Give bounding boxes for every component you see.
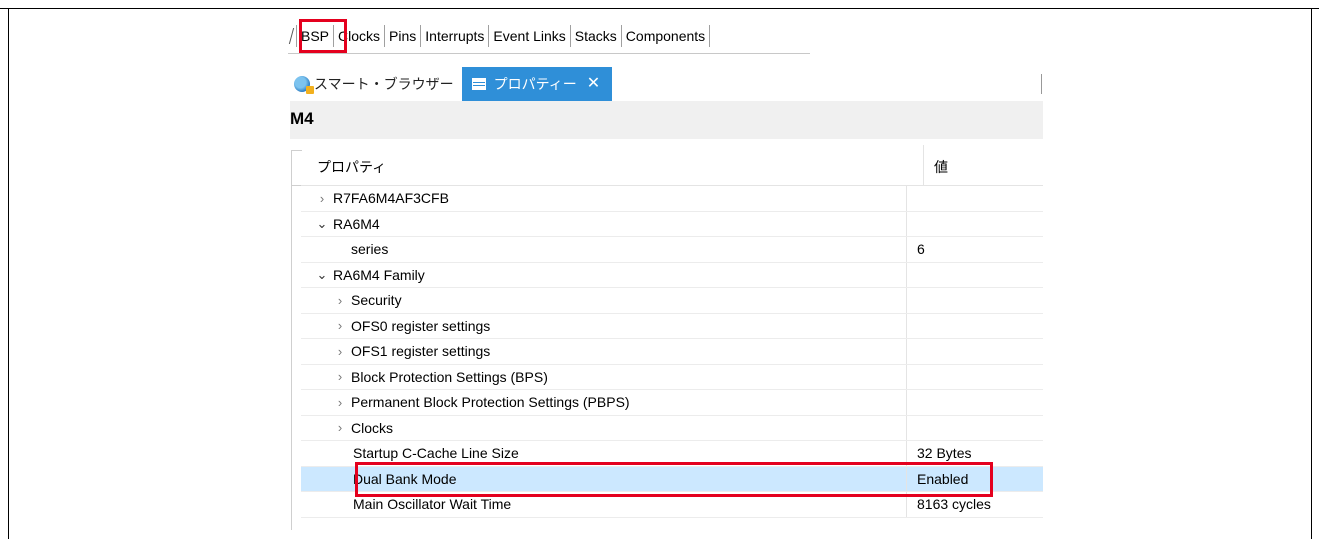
tab-bsp[interactable]: BSP <box>296 25 333 47</box>
frame-right-line <box>1311 8 1312 539</box>
property-value <box>907 365 917 390</box>
table-row[interactable]: ⌄ RA6M4 Family <box>301 262 1043 288</box>
property-cell: › OFS0 register settings <box>301 313 907 338</box>
tab-smart-browser[interactable]: スマート・ブラウザー <box>290 67 462 101</box>
property-label: Permanent Block Protection Settings (PBP… <box>351 394 630 411</box>
property-cell: › Permanent Block Protection Settings (PB… <box>301 390 907 415</box>
tab-properties-label: プロパティー <box>493 76 577 92</box>
table-row[interactable]: series 6 <box>301 237 1043 263</box>
property-cell: › R7FA6M4AF3CFB <box>301 186 907 211</box>
frame-top-line <box>0 8 1319 9</box>
property-cell: Dual Bank Mode <box>301 466 907 491</box>
chevron-right-icon[interactable]: › <box>333 369 347 384</box>
property-label: Dual Bank Mode <box>353 470 457 487</box>
table-row[interactable]: › Permanent Block Protection Settings (PB… <box>301 390 1043 416</box>
table-row[interactable]: › Block Protection Settings (BPS) <box>301 364 1043 390</box>
property-cell: ⌄ RA6M4 <box>301 211 907 236</box>
panel-title: M4 <box>290 109 314 128</box>
property-value <box>907 263 917 288</box>
property-value <box>907 314 917 339</box>
chevron-right-icon[interactable]: › <box>333 420 347 435</box>
property-value <box>907 339 917 364</box>
tab-properties[interactable]: プロパティー ✕ <box>461 67 613 101</box>
tab-clocks[interactable]: Clocks <box>333 25 384 47</box>
property-value[interactable]: 8163 cycles <box>907 492 991 517</box>
table-row[interactable]: › Clocks <box>301 415 1043 441</box>
table-row[interactable]: › R7FA6M4AF3CFB <box>301 186 1043 212</box>
table-body: › R7FA6M4AF3CFB ⌄ RA6M4 series 6 ⌄ RA6M4 Family… <box>301 186 1043 518</box>
chevron-down-icon[interactable]: ⌄ <box>315 267 329 283</box>
table-row[interactable]: › Security <box>301 288 1043 314</box>
property-tree-table: プロパティ 値 › R7FA6M4AF3CFB ⌄ RA6M4 series 6 ⌄ RA6M… <box>301 145 1043 518</box>
property-label: Block Protection Settings (BPS) <box>351 368 548 385</box>
column-header-value[interactable]: 値 <box>924 145 948 185</box>
tab-smart-browser-label: スマート・ブラウザー <box>314 76 454 92</box>
chevron-right-icon[interactable]: › <box>333 318 347 333</box>
property-value <box>907 390 917 415</box>
frame-left-line <box>8 8 9 539</box>
table-row[interactable]: Dual Bank Mode Enabled <box>301 466 1043 492</box>
panel-header: M4 <box>290 101 1043 139</box>
table-row[interactable]: › OFS1 register settings <box>301 339 1043 365</box>
property-label: Main Oscillator Wait Time <box>353 496 512 513</box>
property-label: Startup C-Cache Line Size <box>353 445 519 462</box>
property-label: RA6M4 Family <box>333 266 425 283</box>
tab-stacks[interactable]: Stacks <box>569 25 621 47</box>
tab-components[interactable]: Components <box>620 25 711 47</box>
chevron-right-icon[interactable]: › <box>333 395 347 410</box>
table-header: プロパティ 値 <box>301 145 1043 186</box>
property-value <box>907 212 917 237</box>
property-value[interactable]: 32 Bytes <box>907 441 971 466</box>
property-label: OFS1 register settings <box>351 343 491 360</box>
chevron-right-icon[interactable]: › <box>315 191 329 206</box>
tab-overflow-edge <box>288 26 296 46</box>
tab-pins[interactable]: Pins <box>384 25 420 47</box>
property-cell: › Block Protection Settings (BPS) <box>301 364 907 389</box>
properties-icon <box>471 78 486 90</box>
property-value[interactable]: Enabled <box>907 467 968 492</box>
property-value <box>907 186 917 211</box>
property-cell: series <box>301 237 907 262</box>
chevron-right-icon[interactable]: › <box>333 344 347 359</box>
property-cell: › Clocks <box>301 415 907 440</box>
property-cell: ⌄ RA6M4 Family <box>301 262 907 287</box>
property-value[interactable]: 6 <box>907 237 925 262</box>
chevron-down-icon[interactable]: ⌄ <box>315 216 329 232</box>
property-cell: › OFS1 register settings <box>301 339 907 364</box>
configuration-tab-bar: BSP Clocks Pins Interrupts Event Links S… <box>288 19 711 53</box>
table-row[interactable]: Main Oscillator Wait Time 8163 cycles <box>301 492 1043 518</box>
property-label: Clocks <box>351 419 394 436</box>
table-row[interactable]: Startup C-Cache Line Size 32 Bytes <box>301 441 1043 467</box>
column-header-property[interactable]: プロパティ <box>301 145 924 185</box>
property-label: R7FA6M4AF3CFB <box>333 190 449 207</box>
property-cell: Startup C-Cache Line Size <box>301 441 907 466</box>
view-tab-bar: スマート・ブラウザー プロパティー ✕ <box>290 67 613 101</box>
table-row[interactable]: ⌄ RA6M4 <box>301 211 1043 237</box>
property-label: Security <box>351 292 402 309</box>
tab-bar-underline <box>288 53 810 54</box>
chevron-right-icon[interactable]: › <box>333 293 347 308</box>
property-label: RA6M4 <box>333 215 380 232</box>
view-toolbar-edge <box>1041 74 1046 94</box>
tab-event-links[interactable]: Event Links <box>488 25 569 47</box>
smart-browser-icon <box>294 76 314 94</box>
table-row[interactable]: › OFS0 register settings <box>301 313 1043 339</box>
property-cell: Main Oscillator Wait Time <box>301 492 907 517</box>
property-label: series <box>351 241 389 258</box>
tab-interrupts[interactable]: Interrupts <box>420 25 488 47</box>
property-label: OFS0 register settings <box>351 317 491 334</box>
close-icon[interactable]: ✕ <box>587 76 600 92</box>
property-value <box>907 288 917 313</box>
property-value <box>907 416 917 441</box>
property-cell: › Security <box>301 288 907 313</box>
